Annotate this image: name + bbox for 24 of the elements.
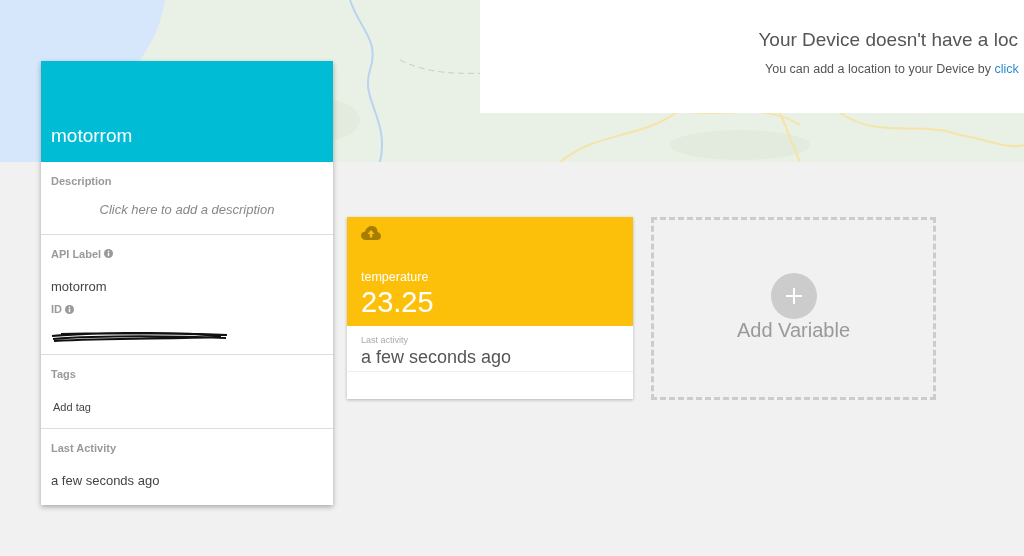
add-tag-link[interactable]: Add tag (51, 399, 91, 416)
variable-name: temperature (361, 268, 430, 286)
location-link[interactable]: click (994, 62, 1019, 76)
cloud-upload-icon (361, 226, 381, 240)
field-value: a few seconds ago (51, 472, 161, 490)
field-label: Tags (51, 367, 76, 382)
field-label: ID (51, 302, 62, 317)
info-icon[interactable] (65, 304, 74, 314)
field-label: Last Activity (51, 441, 116, 456)
activity-label: Last activity (361, 334, 410, 347)
activity-time: a few seconds ago (361, 347, 513, 368)
notice-title: Your Device doesn't have a loc (758, 28, 1018, 52)
variable-card[interactable]: temperature 23.25 Last activity a few seconds ago (347, 217, 633, 399)
notice-text: You can add a location to your Device by click (765, 61, 1019, 78)
variable-value: 23.25 (361, 286, 435, 317)
field-label: Description (51, 174, 112, 189)
field-label: API Label (51, 246, 102, 262)
add-variable-label: Add Variable (736, 317, 850, 343)
device-name: motorrom (51, 123, 133, 148)
info-icon[interactable] (104, 249, 114, 259)
plus-icon (770, 272, 817, 319)
add-variable-tile[interactable]: Add Variable (651, 217, 936, 400)
field-value: motorrom (51, 277, 108, 296)
description-placeholder[interactable]: Click here to add a description (51, 200, 323, 220)
